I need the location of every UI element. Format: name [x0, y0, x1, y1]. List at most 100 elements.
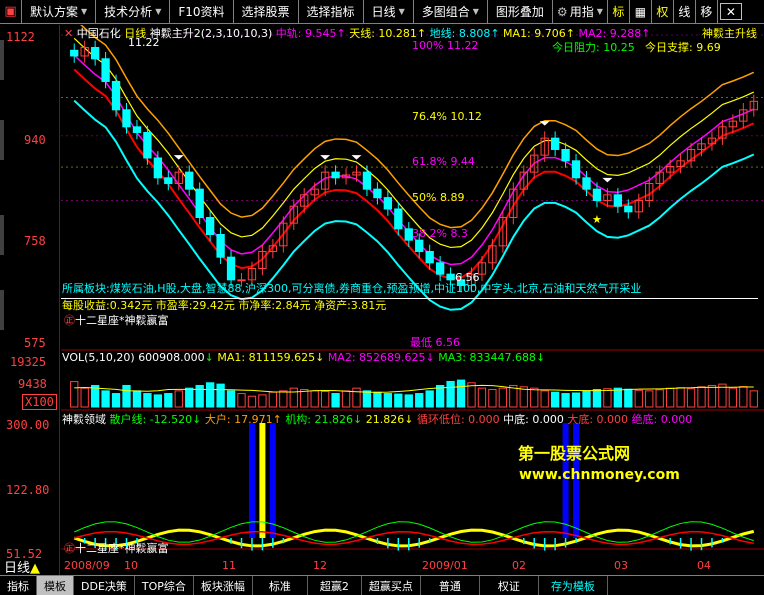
peak-price-label: 11.22: [128, 36, 160, 49]
institution-value: 机构: 21.826: [285, 413, 354, 426]
vol-scale-x100: X100: [22, 394, 57, 410]
volume-bar: [456, 379, 466, 408]
menu-item-overlay[interactable]: 图形叠加: [488, 0, 553, 23]
star-icon: ★: [592, 213, 602, 226]
menu-item-f10[interactable]: F10资料: [170, 0, 234, 23]
tab-sector-rise[interactable]: 板块涨幅: [194, 576, 253, 595]
brand-label-indicator: ㊣十二星座*神鬏嬴富: [64, 540, 169, 556]
candle-body: [561, 148, 570, 162]
candle-body: [362, 171, 372, 190]
menu-label: 技术分析: [104, 5, 153, 19]
side-marker[interactable]: [0, 40, 4, 80]
date-label: 04: [697, 559, 711, 572]
date-axis: [61, 559, 764, 575]
volume-bar: [383, 393, 393, 408]
tool-right-button[interactable]: 权: [652, 0, 674, 23]
menu-item-multi[interactable]: 多图组合 ▼: [414, 0, 488, 23]
candle-body: [101, 58, 110, 82]
header-close-icon[interactable]: ✕: [64, 27, 73, 40]
tab-dde[interactable]: DDE决策: [74, 576, 135, 595]
candle-body: [164, 177, 173, 184]
candle-body: [143, 131, 152, 159]
volume-bar: [90, 384, 100, 408]
grid-icon[interactable]: ▦: [630, 0, 652, 23]
side-marker[interactable]: [0, 215, 4, 255]
tab-normal[interactable]: 普通: [421, 576, 480, 595]
brand-text: 十二星座*神鬏嬴富: [75, 542, 169, 555]
tab-chaoying-buy[interactable]: 超赢买点: [362, 576, 421, 595]
tool-move-button[interactable]: 移: [696, 0, 718, 23]
menu-item-period[interactable]: 日线 ▼: [364, 0, 414, 23]
candle-body: [90, 46, 100, 60]
menu-item-scheme[interactable]: 默认方案 ▼: [22, 0, 97, 23]
cycle-low-value: 循环低位: 0.000: [416, 413, 500, 426]
bottom-tab-bar: 指标 模板 DDE决策 TOP综合 板块涨幅 标准 超赢2 超赢买点 普通 权证…: [0, 575, 764, 595]
fib-38: 38.2% 8.3: [412, 227, 468, 240]
volume-bar: [362, 390, 372, 408]
tab-chaoying2[interactable]: 超赢2: [308, 576, 362, 595]
volume-bar: [164, 393, 173, 408]
menu-item-select-stock[interactable]: 选择股票: [234, 0, 299, 23]
tab-template[interactable]: 模板: [37, 576, 74, 595]
candle-body: [550, 137, 560, 150]
watermark-title: 第一股票公式网: [518, 444, 631, 463]
date-label: 03: [614, 559, 628, 572]
tab-standard[interactable]: 标准: [253, 576, 308, 595]
candle-body: [582, 177, 591, 190]
tab-save-template[interactable]: 存为模板: [539, 576, 608, 595]
chevron-down-icon: ▼: [398, 7, 405, 16]
tab-warrant[interactable]: 权证: [480, 576, 539, 595]
volume-ma1: MA1: 811159.625: [217, 351, 316, 364]
volume-bar: [571, 392, 581, 408]
candle-body: [153, 157, 163, 179]
side-marker[interactable]: [0, 120, 4, 160]
candle-body: [383, 197, 393, 210]
volume-ma2: MA2: 852689.625: [327, 351, 426, 364]
tab-indicator[interactable]: 指标: [0, 576, 37, 595]
sky-line-value: 天线: 10.281: [349, 27, 417, 40]
tab-top[interactable]: TOP综合: [135, 576, 194, 595]
sector-info: 所属板块:煤炭石油,H股,大盘,智慧88,沪深300,可分离债,券商重仓,预盈预…: [62, 282, 642, 295]
institution-value-2: 21.826: [365, 413, 405, 426]
volume-bar: [331, 393, 340, 408]
date-label: 12: [313, 559, 327, 572]
volume-bar: [550, 391, 560, 408]
candle-body: [195, 188, 204, 218]
fib-100: 100% 11.22: [412, 39, 479, 52]
price-scale-575: 575: [24, 336, 46, 350]
volume-bar: [132, 390, 142, 408]
tool-mark-button[interactable]: 标: [608, 0, 630, 23]
menu-item-use[interactable]: ⚙ 用指 ▼: [553, 0, 608, 23]
volume-bar: [446, 380, 455, 408]
date-label: 2009/01: [422, 559, 468, 572]
candle-body: [216, 233, 225, 258]
mid-line-value: 中轨: 9.545: [275, 27, 337, 40]
app-icon[interactable]: ▣: [0, 0, 22, 23]
side-marker[interactable]: [0, 290, 4, 330]
close-icon[interactable]: ✕: [719, 3, 742, 20]
candle-body: [122, 109, 131, 128]
candle-body: [70, 49, 79, 57]
indicator-header: 神鬏领域 散户线: -12.520↓ 大户: 17.971↑ 机构: 21.82…: [62, 413, 693, 426]
tool-line-button[interactable]: 线: [674, 0, 696, 23]
candle-body: [613, 194, 623, 207]
candle-body: [571, 160, 581, 179]
menu-label: 多图组合: [421, 5, 470, 19]
mid-bottom-value: 中底: 0.000: [503, 413, 564, 426]
triangle-up-icon: ▲: [30, 561, 41, 576]
big-player-value: 大户: 17.971: [204, 413, 273, 426]
candle-body: [394, 208, 403, 230]
support-value: 今日支撑: 9.69: [645, 41, 721, 54]
period-corner[interactable]: 日线▲: [4, 557, 40, 576]
lowest-price-label: 最低 6.56: [410, 336, 460, 349]
menu-item-tech[interactable]: 技术分析 ▼: [96, 0, 171, 23]
spike-bar: [248, 423, 255, 538]
volume-header: VOL(5,10,20) 600908.000↓ MA1: 811159.625…: [62, 351, 546, 364]
price-scale-758: 758: [24, 234, 46, 248]
ind-scale-122: 122.80: [6, 483, 50, 497]
indicator-name: 神鬏主升2(2,3,10,10,3): [149, 27, 273, 40]
menu-item-select-indicator[interactable]: 选择指标: [299, 0, 364, 23]
volume-bar: [561, 393, 570, 408]
candle-body: [331, 171, 340, 179]
candle-body: [624, 205, 633, 213]
